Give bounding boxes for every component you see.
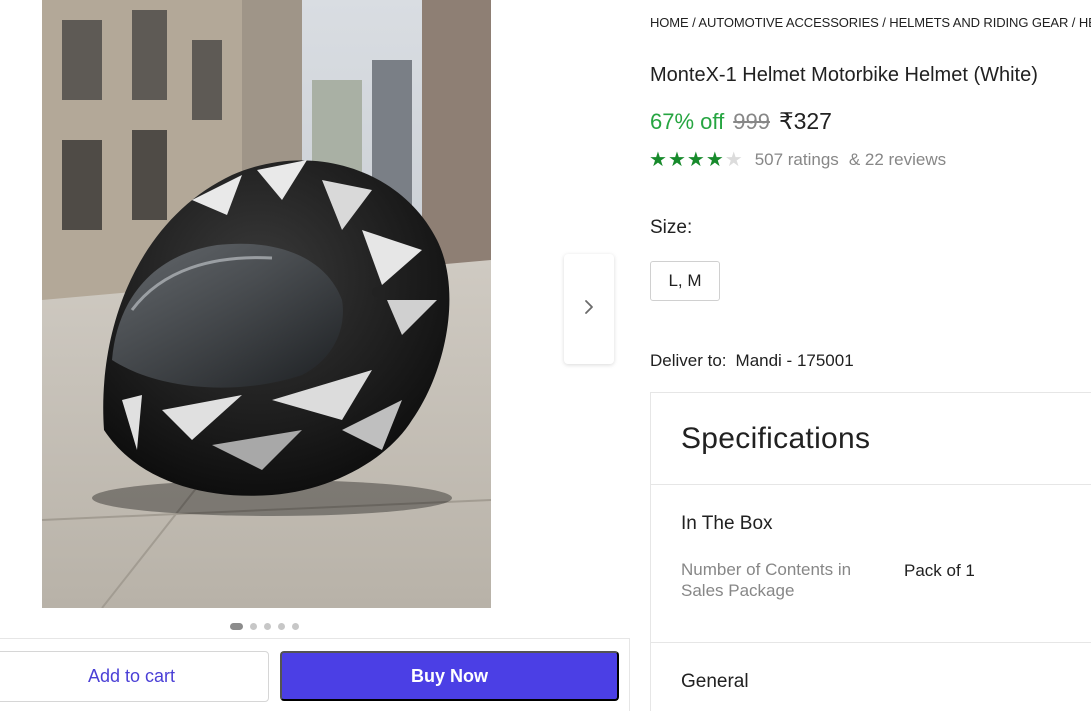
product-title: MonteX-1 Helmet Motorbike Helmet (White) <box>650 64 1038 86</box>
spec-group-title: In The Box <box>681 513 773 534</box>
gallery-dot[interactable] <box>230 623 243 630</box>
deliver-label: Deliver to: <box>650 351 727 370</box>
original-price: 999 <box>733 109 770 134</box>
rating-summary[interactable]: ★ ★ ★ ★ ★ 507 ratings & 22 reviews <box>649 150 946 170</box>
gallery-dot[interactable] <box>264 623 271 630</box>
specifications-title: Specifications <box>651 393 1091 485</box>
gallery-dot[interactable] <box>250 623 257 630</box>
chevron-right-icon <box>582 298 596 321</box>
spec-value: Pack of 1 <box>904 561 975 580</box>
size-option[interactable]: L, M <box>650 261 720 301</box>
discount-badge: 67% off <box>650 109 725 134</box>
add-to-cart-button[interactable]: Add to cart <box>0 651 269 702</box>
spec-group-title: General <box>681 671 749 692</box>
selling-price: ₹327 <box>778 108 832 134</box>
ratings-count: 507 ratings <box>754 150 839 169</box>
gallery-pagination <box>230 623 299 630</box>
gallery-dot[interactable] <box>278 623 285 630</box>
star-icon: ★ <box>686 149 705 171</box>
star-icon: ★ <box>705 149 724 171</box>
spec-key: Number of Contents in Sales Package <box>681 560 852 600</box>
specifications-panel: Specifications In The Box Number of Cont… <box>650 392 1091 711</box>
gallery-dot[interactable] <box>292 623 299 630</box>
size-label: Size: <box>650 217 693 238</box>
price-row: 67% off 999 ₹327 <box>650 108 832 135</box>
gallery-next-button[interactable] <box>564 254 614 364</box>
breadcrumb[interactable]: HOME / AUTOMOTIVE ACCESSORIES / HELMETS … <box>650 15 1091 30</box>
buy-now-button[interactable]: Buy Now <box>280 651 619 701</box>
delivery-location[interactable]: Deliver to: Mandi - 175001 <box>650 351 854 371</box>
star-icon: ★ <box>667 149 686 171</box>
star-icon: ★ <box>724 149 743 171</box>
product-image[interactable] <box>42 0 491 608</box>
divider <box>651 642 1091 643</box>
deliver-pincode: Mandi - 175001 <box>735 351 854 370</box>
star-rating: ★ ★ ★ ★ ★ <box>649 150 743 170</box>
reviews-count: & 22 reviews <box>848 150 947 169</box>
star-icon: ★ <box>649 149 667 171</box>
cta-bar: Add to cart Buy Now <box>0 638 630 711</box>
